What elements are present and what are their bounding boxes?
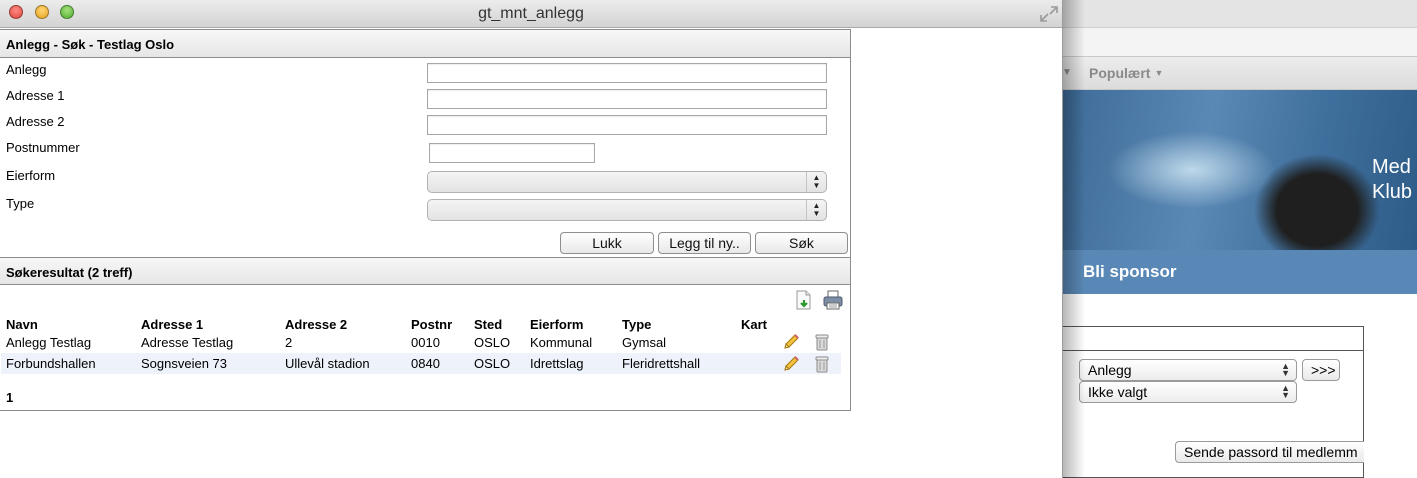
- banner-text-line-2: Klub: [1372, 181, 1413, 203]
- eierform-label: Eierform: [6, 168, 56, 183]
- nav-item-popular[interactable]: Populært ▼: [1089, 65, 1163, 81]
- table-cell-sted: OSLO: [474, 335, 511, 350]
- table-cell-navn[interactable]: Forbundshallen: [6, 356, 96, 371]
- add-new-button[interactable]: Legg til ny..: [658, 232, 751, 254]
- table-cell-adresse2: 2: [285, 335, 293, 350]
- anlegg-input[interactable]: [427, 63, 827, 83]
- table-cell-eierform: Idrettslag: [530, 356, 584, 371]
- pagination-page-1[interactable]: 1: [6, 390, 13, 405]
- banner-text-line-1: Med: [1372, 156, 1411, 178]
- adresse2-label: Adresse 2: [6, 114, 65, 129]
- col-header-eierform[interactable]: Eierform: [530, 317, 583, 332]
- background-toolbar: [1062, 0, 1417, 28]
- window-titlebar[interactable]: gt_mnt_anlegg: [0, 0, 1062, 28]
- select-stepper-icon: ▲ ▼: [1281, 383, 1290, 400]
- anlegg-label: Anlegg: [6, 62, 47, 77]
- postnummer-label: Postnummer: [6, 140, 80, 155]
- dialog-window: gt_mnt_anlegg Anlegg - Søk - Testlag Osl…: [0, 0, 1063, 478]
- select-stepper-icon: ▲ ▼: [806, 172, 826, 192]
- send-password-button[interactable]: Sende passord til medlemm: [1175, 441, 1364, 463]
- close-button[interactable]: Lukk: [560, 232, 654, 254]
- background-select-valgt-value: Ikke valgt: [1088, 384, 1148, 400]
- table-cell-eierform: Kommunal: [530, 335, 593, 350]
- delete-trash-icon[interactable]: [813, 355, 831, 373]
- table-cell-sted: OSLO: [474, 356, 511, 371]
- table-cell-adresse1: Sognsveien 73: [141, 356, 228, 371]
- edit-pencil-icon[interactable]: [782, 333, 800, 351]
- table-cell-postnr: 0010: [411, 335, 440, 350]
- results-section-title: Søkeresultat (2 treff): [0, 257, 850, 285]
- background-header: [1062, 28, 1417, 56]
- background-select-valgt[interactable]: Ikke valgt ▲ ▼: [1079, 381, 1297, 403]
- select-stepper-icon: ▲ ▼: [806, 200, 826, 220]
- table-cell-type: Gymsal: [622, 335, 667, 350]
- adresse1-input[interactable]: [427, 89, 827, 109]
- delete-trash-icon[interactable]: [813, 333, 831, 351]
- type-select[interactable]: ▲ ▼: [427, 199, 827, 221]
- col-header-navn[interactable]: Navn: [6, 317, 38, 332]
- eierform-select[interactable]: ▲ ▼: [427, 171, 827, 193]
- type-label: Type: [6, 196, 35, 211]
- sponsor-heading: Bli sponsor: [1083, 262, 1177, 281]
- search-panel: Anlegg - Søk - Testlag Oslo Anlegg Adres…: [0, 29, 851, 411]
- sponsor-bar[interactable]: Bli sponsor: [1062, 250, 1417, 294]
- table-cell-adresse1: Adresse Testlag: [141, 335, 234, 350]
- table-cell-adresse2: Ullevål stadion: [285, 356, 370, 371]
- export-icon[interactable]: [793, 289, 815, 311]
- col-header-sted[interactable]: Sted: [474, 317, 502, 332]
- background-select-anlegg-value: Anlegg: [1088, 362, 1132, 378]
- select-stepper-icon: ▲ ▼: [1281, 361, 1290, 378]
- print-icon[interactable]: [822, 289, 844, 311]
- background-banner-image: Med Klub: [1062, 90, 1417, 250]
- postnummer-input[interactable]: [429, 143, 595, 163]
- chevron-down-icon: ▼: [1154, 68, 1164, 78]
- background-form-box: Anlegg ▲ ▼ >>> Ikke valgt ▲ ▼ Sende passor…: [1062, 326, 1364, 478]
- col-header-kart[interactable]: Kart: [741, 317, 767, 332]
- col-header-type[interactable]: Type: [622, 317, 651, 332]
- background-form-header: [1062, 327, 1363, 351]
- col-header-adresse2[interactable]: Adresse 2: [285, 317, 347, 332]
- search-button[interactable]: Søk: [755, 232, 848, 254]
- background-nav-bar: ▼ Populært▼: [1062, 56, 1417, 90]
- adresse2-input[interactable]: [427, 115, 827, 135]
- adresse1-label: Adresse 1: [6, 88, 65, 103]
- table-cell-type: Fleridrettshall: [622, 356, 701, 371]
- table-cell-navn[interactable]: Anlegg Testlag: [6, 335, 91, 350]
- col-header-adresse1[interactable]: Adresse 1: [141, 317, 203, 332]
- search-section-title: Anlegg - Søk - Testlag Oslo: [0, 30, 850, 58]
- window-title: gt_mnt_anlegg: [478, 5, 584, 22]
- background-browser-page: ▼ Populært▼ Med Klub Bli sponsor Anlegg …: [1062, 0, 1417, 478]
- table-cell-postnr: 0840: [411, 356, 440, 371]
- fullscreen-icon[interactable]: [1039, 5, 1059, 23]
- col-header-postnr[interactable]: Postnr: [411, 317, 452, 332]
- background-go-button[interactable]: >>>: [1302, 359, 1340, 381]
- window-shadow: [1063, 0, 1085, 478]
- background-select-anlegg[interactable]: Anlegg ▲ ▼: [1079, 359, 1297, 381]
- edit-pencil-icon[interactable]: [782, 355, 800, 373]
